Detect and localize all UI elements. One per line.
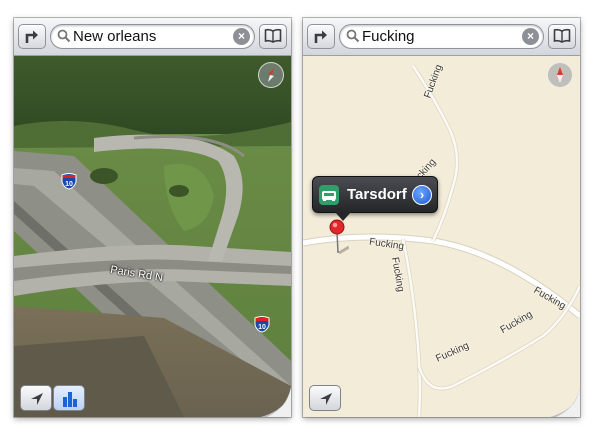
callout-title: Tarsdorf [347, 186, 407, 203]
search-field[interactable]: Fucking × [339, 24, 544, 49]
map-pin-icon[interactable] [329, 219, 349, 259]
page-curl-icon[interactable] [550, 387, 580, 417]
search-input[interactable]: New orleans [73, 28, 156, 45]
place-callout[interactable]: Tarsdorf › [312, 176, 438, 221]
directions-button[interactable] [18, 24, 46, 49]
svg-text:10: 10 [258, 324, 266, 331]
top-toolbar: New orleans × [14, 18, 291, 56]
bookmarks-button[interactable] [548, 24, 576, 49]
satellite-imagery [14, 56, 291, 417]
3d-buildings-icon [63, 392, 77, 407]
search-field[interactable]: New orleans × [50, 24, 255, 49]
car-icon[interactable] [319, 185, 339, 205]
bookmarks-icon [264, 28, 282, 43]
callout-pointer [335, 212, 351, 221]
satellite-map-view[interactable]: Paris Rd N 10 10 [14, 56, 291, 417]
svg-text:10: 10 [65, 181, 73, 188]
interstate-shield-icon: 10 [61, 173, 77, 190]
left-maps-screen: Paris Rd N 10 10 New orleans × [14, 18, 291, 417]
directions-icon [314, 30, 327, 43]
directions-icon [25, 30, 38, 43]
compass-button[interactable] [547, 62, 573, 88]
location-arrow-icon [320, 393, 332, 405]
search-icon [57, 29, 71, 43]
clear-icon[interactable]: × [233, 28, 250, 45]
directions-button[interactable] [307, 24, 335, 49]
interstate-shield-icon: 10 [254, 316, 270, 333]
disclosure-icon[interactable]: › [412, 185, 432, 205]
page-curl-icon[interactable] [261, 387, 291, 417]
compass-icon [268, 68, 274, 82]
compass-button[interactable] [258, 62, 284, 88]
current-location-button[interactable] [309, 385, 341, 411]
search-input[interactable]: Fucking [362, 28, 415, 45]
bookmarks-icon [553, 28, 571, 43]
compass-icon [557, 67, 563, 83]
location-arrow-icon [31, 393, 43, 405]
top-toolbar: Fucking × [303, 18, 580, 56]
3d-buildings-button[interactable] [53, 385, 85, 411]
search-icon [346, 29, 360, 43]
standard-map-view[interactable]: Fucking Fucking Fucking Fucking Fucking … [303, 56, 580, 417]
clear-icon[interactable]: × [522, 28, 539, 45]
bookmarks-button[interactable] [259, 24, 287, 49]
current-location-button[interactable] [20, 385, 52, 411]
right-maps-screen: Fucking Fucking Fucking Fucking Fucking … [303, 18, 580, 417]
